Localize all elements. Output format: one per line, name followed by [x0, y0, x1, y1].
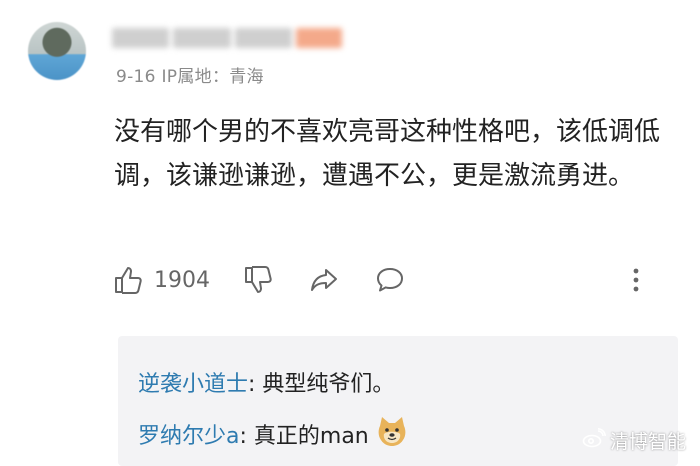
- reply-author[interactable]: 罗纳尔少a: [138, 418, 239, 450]
- share-icon: [308, 264, 340, 296]
- avatar[interactable]: [28, 22, 86, 80]
- watermark-text: 清博智能: [609, 431, 686, 453]
- more-button[interactable]: [628, 262, 644, 298]
- comment-actions: 1904: [112, 262, 652, 302]
- like-button[interactable]: 1904: [112, 262, 210, 298]
- reply-text: : 典型纯爷们。: [248, 372, 395, 397]
- more-vertical-icon: [628, 264, 644, 296]
- comment-text: 没有哪个男的不喜欢亮哥这种性格吧，该低调低调，该谦逊谦逊，遭遇不公，更是激流勇进…: [114, 117, 661, 191]
- doge-emoji-icon: [375, 414, 409, 454]
- share-button[interactable]: [308, 262, 340, 298]
- reply-text: : 真正的man: [239, 424, 369, 449]
- comment-meta: 9-16 IP属地：青海: [116, 67, 264, 87]
- like-count: 1904: [154, 267, 210, 293]
- watermark: 清博智能: [582, 427, 686, 454]
- reply-item[interactable]: 罗纳尔少a : 真正的man: [138, 414, 409, 454]
- reply-button[interactable]: [374, 262, 406, 298]
- thumbs-up-icon: [112, 264, 144, 296]
- username-blurred[interactable]: [112, 28, 343, 48]
- thumbs-down-icon: [242, 264, 274, 296]
- reply-item[interactable]: 逆袭小道士 : 典型纯爷们。: [138, 366, 394, 398]
- comment-icon: [374, 264, 406, 296]
- weibo-logo-icon: [582, 428, 610, 453]
- reply-author[interactable]: 逆袭小道士: [138, 366, 248, 398]
- dislike-button[interactable]: [242, 262, 274, 298]
